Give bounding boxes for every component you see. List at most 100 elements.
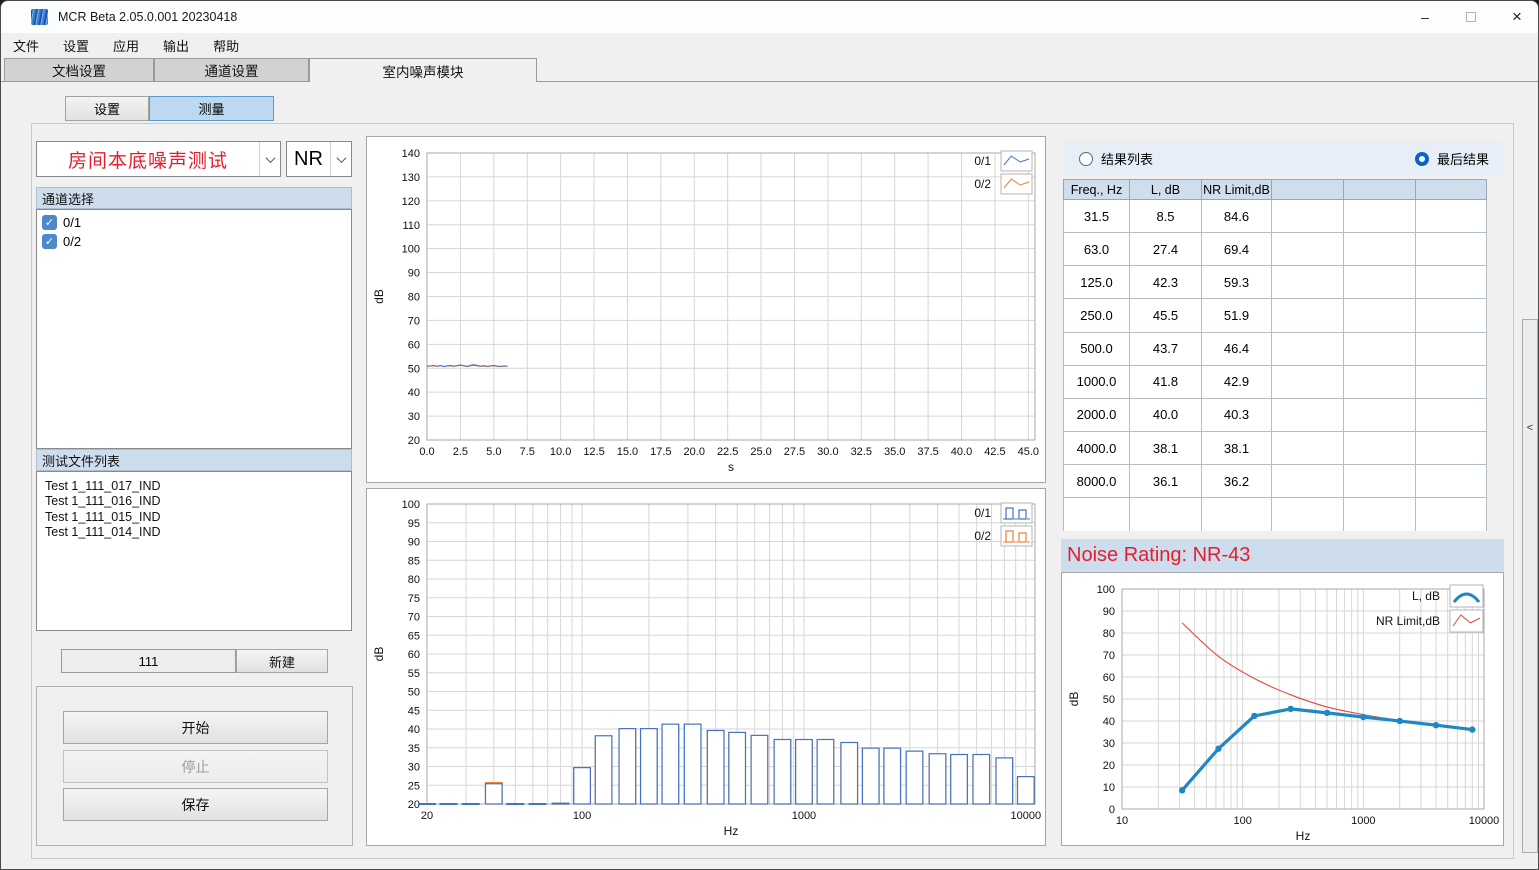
svg-text:70: 70 [1103, 650, 1115, 662]
svg-text:0: 0 [1109, 804, 1115, 816]
svg-text:25: 25 [408, 780, 420, 792]
svg-text:20.0: 20.0 [684, 446, 705, 458]
svg-text:120: 120 [402, 196, 420, 208]
subtab-settings[interactable]: 设置 [65, 96, 149, 121]
test-file-list: Test 1_111_017_INDTest 1_111_016_INDTest… [36, 471, 352, 631]
results-table: Freq., HzL, dBNR Limit,dB 31.58.584.663.… [1063, 179, 1487, 531]
table-row[interactable]: 4000.038.138.1 [1064, 431, 1487, 464]
svg-text:40.0: 40.0 [951, 446, 972, 458]
rating-type-dropdown[interactable]: NR [286, 141, 352, 177]
new-button[interactable]: 新建 [236, 649, 328, 673]
svg-text:90: 90 [408, 268, 420, 280]
menu-item[interactable]: 文件 [1, 33, 51, 58]
svg-text:100: 100 [1233, 815, 1251, 827]
svg-text:0/1: 0/1 [974, 154, 991, 168]
svg-text:10: 10 [1116, 815, 1128, 827]
svg-text:0/2: 0/2 [974, 177, 991, 191]
file-list-item[interactable]: Test 1_111_017_IND [37, 479, 351, 494]
svg-text:0.0: 0.0 [419, 446, 434, 458]
svg-text:15.0: 15.0 [617, 446, 638, 458]
channel-item[interactable]: ✓0/1 [37, 213, 351, 232]
svg-text:80: 80 [408, 574, 420, 586]
menu-item[interactable]: 应用 [101, 33, 151, 58]
svg-text:40: 40 [1103, 716, 1115, 728]
svg-text:45: 45 [408, 705, 420, 717]
save-button[interactable]: 保存 [63, 788, 328, 821]
result-mode-row: 结果列表 最后结果 [1063, 141, 1503, 176]
svg-text:17.5: 17.5 [650, 446, 671, 458]
tab-indoor-noise[interactable]: 室内噪声模块 [309, 58, 537, 82]
last-result-label: 最后结果 [1437, 149, 1489, 168]
checkbox-checked-icon[interactable]: ✓ [42, 234, 57, 249]
minimize-button[interactable]: – [1402, 1, 1448, 33]
svg-text:32.5: 32.5 [851, 446, 872, 458]
svg-text:25.0: 25.0 [750, 446, 771, 458]
svg-text:30: 30 [408, 762, 420, 774]
subtab-measure[interactable]: 测量 [149, 96, 274, 121]
title-bar: MCR Beta 2.05.0.001 20230418 – × [1, 1, 1539, 33]
chevron-down-icon[interactable] [330, 142, 351, 176]
table-row[interactable]: 125.042.359.3 [1064, 266, 1487, 299]
file-list-item[interactable]: Test 1_111_015_IND [37, 510, 351, 525]
close-button[interactable]: × [1494, 1, 1539, 33]
noise-rating-banner: Noise Rating: NR-43 [1061, 539, 1504, 572]
svg-text:35: 35 [408, 743, 420, 755]
rating-type-value: NR [287, 142, 330, 176]
tab-channel-settings[interactable]: 通道设置 [154, 58, 309, 81]
result-list-radio[interactable] [1079, 152, 1093, 166]
svg-text:55: 55 [408, 668, 420, 680]
table-row[interactable]: 500.043.746.4 [1064, 332, 1487, 365]
svg-text:80: 80 [408, 292, 420, 304]
start-button[interactable]: 开始 [63, 711, 328, 744]
checkbox-checked-icon[interactable]: ✓ [42, 215, 57, 230]
channel-list: ✓0/1✓0/2 [36, 209, 352, 449]
svg-text:dB: dB [372, 647, 386, 662]
table-row[interactable]: 250.045.551.9 [1064, 299, 1487, 332]
test-name-dropdown[interactable]: 房间本底噪声测试 [36, 141, 281, 177]
stop-button[interactable]: 停止 [63, 750, 328, 783]
svg-text:70: 70 [408, 315, 420, 327]
svg-text:40: 40 [408, 387, 420, 399]
tab-doc-settings[interactable]: 文档设置 [4, 58, 154, 81]
last-result-radio[interactable] [1415, 152, 1429, 166]
svg-text:10: 10 [1103, 782, 1115, 794]
maximize-button[interactable] [1448, 1, 1494, 33]
svg-text:0/1: 0/1 [974, 506, 991, 520]
svg-text:NR Limit,dB: NR Limit,dB [1376, 614, 1440, 628]
nr-rating-chart: 010203040506070809010010100100010000HzdB… [1061, 572, 1504, 846]
svg-text:35.0: 35.0 [884, 446, 905, 458]
maximize-icon [1466, 12, 1476, 22]
results-col-header: L, dB [1130, 180, 1202, 200]
results-col-header [1344, 180, 1416, 200]
table-row[interactable]: 1000.041.842.9 [1064, 365, 1487, 398]
menu-item[interactable]: 帮助 [201, 33, 251, 58]
svg-text:100: 100 [573, 810, 591, 822]
table-row[interactable]: 63.027.469.4 [1064, 233, 1487, 266]
app-window: MCR Beta 2.05.0.001 20230418 – × 文件设置应用输… [0, 0, 1539, 870]
table-row[interactable]: 8000.036.136.2 [1064, 465, 1487, 498]
svg-text:Hz: Hz [1296, 829, 1311, 843]
svg-text:42.5: 42.5 [984, 446, 1005, 458]
svg-text:60: 60 [408, 649, 420, 661]
file-list-item[interactable]: Test 1_111_016_IND [37, 494, 351, 509]
svg-text:140: 140 [402, 148, 420, 160]
collapse-panel-handle[interactable]: < [1522, 319, 1538, 853]
svg-text:12.5: 12.5 [583, 446, 604, 458]
svg-text:22.5: 22.5 [717, 446, 738, 458]
chevron-down-icon[interactable] [259, 142, 280, 176]
table-row[interactable]: 31.58.584.6 [1064, 200, 1487, 233]
svg-text:110: 110 [402, 220, 420, 232]
svg-text:1000: 1000 [792, 810, 816, 822]
table-empty-area [1064, 498, 1487, 531]
menu-item[interactable]: 输出 [151, 33, 201, 58]
svg-text:10.0: 10.0 [550, 446, 571, 458]
menu-item[interactable]: 设置 [51, 33, 101, 58]
svg-text:80: 80 [1103, 628, 1115, 640]
table-row[interactable]: 2000.040.040.3 [1064, 398, 1487, 431]
svg-text:50: 50 [408, 363, 420, 375]
channel-item[interactable]: ✓0/2 [37, 232, 351, 251]
svg-text:65: 65 [408, 630, 420, 642]
svg-text:130: 130 [402, 172, 420, 184]
file-list-item[interactable]: Test 1_111_014_IND [37, 525, 351, 540]
file-name-input[interactable]: 111 [61, 649, 236, 673]
